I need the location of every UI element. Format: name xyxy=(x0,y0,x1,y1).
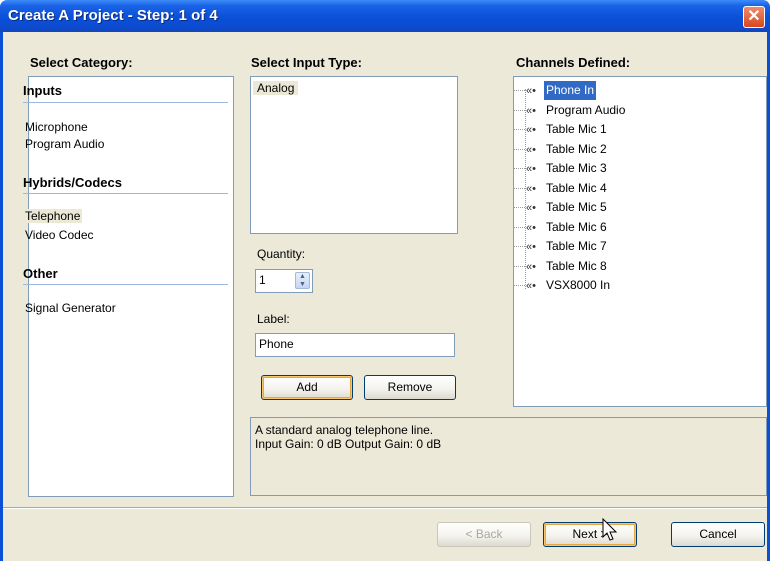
channel-icon: «• xyxy=(526,202,536,214)
category-item-microphone[interactable]: Microphone xyxy=(23,120,90,134)
channel-item[interactable]: «• Table Mic 8 xyxy=(513,257,609,276)
channel-icon: «• xyxy=(526,163,536,175)
category-item-program-audio[interactable]: Program Audio xyxy=(23,137,106,151)
quantity-stepper[interactable]: 1 ▲ ▼ xyxy=(255,269,313,293)
channel-label: Table Mic 5 xyxy=(546,200,607,214)
channel-label: Table Mic 2 xyxy=(546,141,607,156)
tree-connector xyxy=(513,90,525,91)
category-section-hybrids: Hybrids/Codecs xyxy=(23,175,122,190)
description-line: A standard analog telephone line. xyxy=(255,423,434,437)
section-divider xyxy=(23,193,228,194)
input-type-item-analog[interactable]: Analog xyxy=(253,81,299,95)
channel-item[interactable]: «• Program Audio xyxy=(513,101,627,120)
channel-icon: «• xyxy=(526,241,536,253)
title-bar[interactable]: Create A Project - Step: 1 of 4 ✕ xyxy=(0,0,770,32)
label-value: Phone xyxy=(259,337,294,351)
channel-icon: «• xyxy=(526,143,536,156)
back-button[interactable]: < Back xyxy=(437,522,531,547)
category-section-inputs: Inputs xyxy=(23,83,62,98)
channel-item[interactable]: «• Table Mic 4 xyxy=(513,179,609,198)
channel-item[interactable]: «• Table Mic 1 xyxy=(513,120,609,139)
input-type-list[interactable]: Analog xyxy=(250,76,458,234)
section-divider xyxy=(23,284,228,285)
channel-item[interactable]: «• Table Mic 7 xyxy=(513,237,609,256)
channel-label: Program Audio xyxy=(546,102,626,117)
description-box: A standard analog telephone line. Input … xyxy=(250,417,767,496)
tree-connector xyxy=(513,285,525,286)
channel-item[interactable]: «• Table Mic 5 xyxy=(513,198,609,217)
category-item-video-codec[interactable]: Video Codec xyxy=(23,228,96,242)
tree-connector xyxy=(513,226,525,228)
channel-icon: «• xyxy=(526,182,536,195)
category-item-telephone[interactable]: Telephone xyxy=(23,209,83,223)
tree-connector xyxy=(513,148,525,150)
dialog-body: Select Category: Select Input Type: Chan… xyxy=(0,32,770,561)
dialog-window: Create A Project - Step: 1 of 4 ✕ Select… xyxy=(0,0,770,561)
channel-item[interactable]: «• Table Mic 3 xyxy=(513,159,609,178)
channel-label: Phone In xyxy=(544,81,597,100)
channel-icon: «• xyxy=(526,124,536,136)
tree-connector xyxy=(513,168,525,169)
channel-item[interactable]: «• Table Mic 2 xyxy=(513,140,609,159)
close-icon: ✕ xyxy=(747,8,761,25)
label-caption: Label: xyxy=(257,312,290,326)
quantity-value: 1 xyxy=(259,273,266,287)
channel-label: Table Mic 4 xyxy=(546,180,607,195)
channel-label: Table Mic 7 xyxy=(546,239,607,253)
spin-buttons[interactable]: ▲ ▼ xyxy=(295,272,310,289)
channel-label: Table Mic 8 xyxy=(546,258,607,273)
next-button[interactable]: Next > xyxy=(543,522,637,547)
category-item-signal-generator[interactable]: Signal Generator xyxy=(23,301,118,315)
description-line: Input Gain: 0 dB Output Gain: 0 dB xyxy=(255,437,442,451)
category-section-other: Other xyxy=(23,266,58,281)
quantity-label: Quantity: xyxy=(257,247,306,261)
channels-header: Channels Defined: xyxy=(516,55,631,70)
remove-button[interactable]: Remove xyxy=(364,375,456,400)
tree-connector xyxy=(513,265,525,267)
input-type-header: Select Input Type: xyxy=(251,55,362,70)
channel-item[interactable]: «• Table Mic 6 xyxy=(513,218,609,237)
tree-connector xyxy=(513,246,525,247)
channel-label: Table Mic 3 xyxy=(546,161,607,175)
channel-item[interactable]: «• VSX8000 In xyxy=(513,276,612,295)
add-button[interactable]: Add xyxy=(261,375,353,400)
channel-label: Table Mic 1 xyxy=(546,122,607,136)
tree-connector xyxy=(513,187,525,189)
channel-icon: «• xyxy=(526,104,536,117)
channel-item[interactable]: «• Phone In xyxy=(513,81,597,100)
tree-connector xyxy=(513,129,525,130)
footer-divider xyxy=(3,507,767,509)
channel-label: VSX8000 In xyxy=(546,278,611,292)
channel-icon: «• xyxy=(526,85,536,97)
channel-icon: «• xyxy=(526,260,536,273)
close-button[interactable]: ✕ xyxy=(743,6,765,28)
channel-icon: «• xyxy=(526,280,536,292)
channel-icon: «• xyxy=(526,221,536,234)
category-header: Select Category: xyxy=(30,55,133,70)
section-divider xyxy=(23,102,228,103)
label-field[interactable]: Phone xyxy=(255,333,455,357)
mouse-pointer-icon xyxy=(602,518,618,541)
channel-label: Table Mic 6 xyxy=(546,219,607,234)
cancel-button[interactable]: Cancel xyxy=(671,522,765,547)
window-title: Create A Project - Step: 1 of 4 xyxy=(8,7,218,24)
tree-connector xyxy=(513,109,525,111)
tree-connector xyxy=(513,207,525,208)
